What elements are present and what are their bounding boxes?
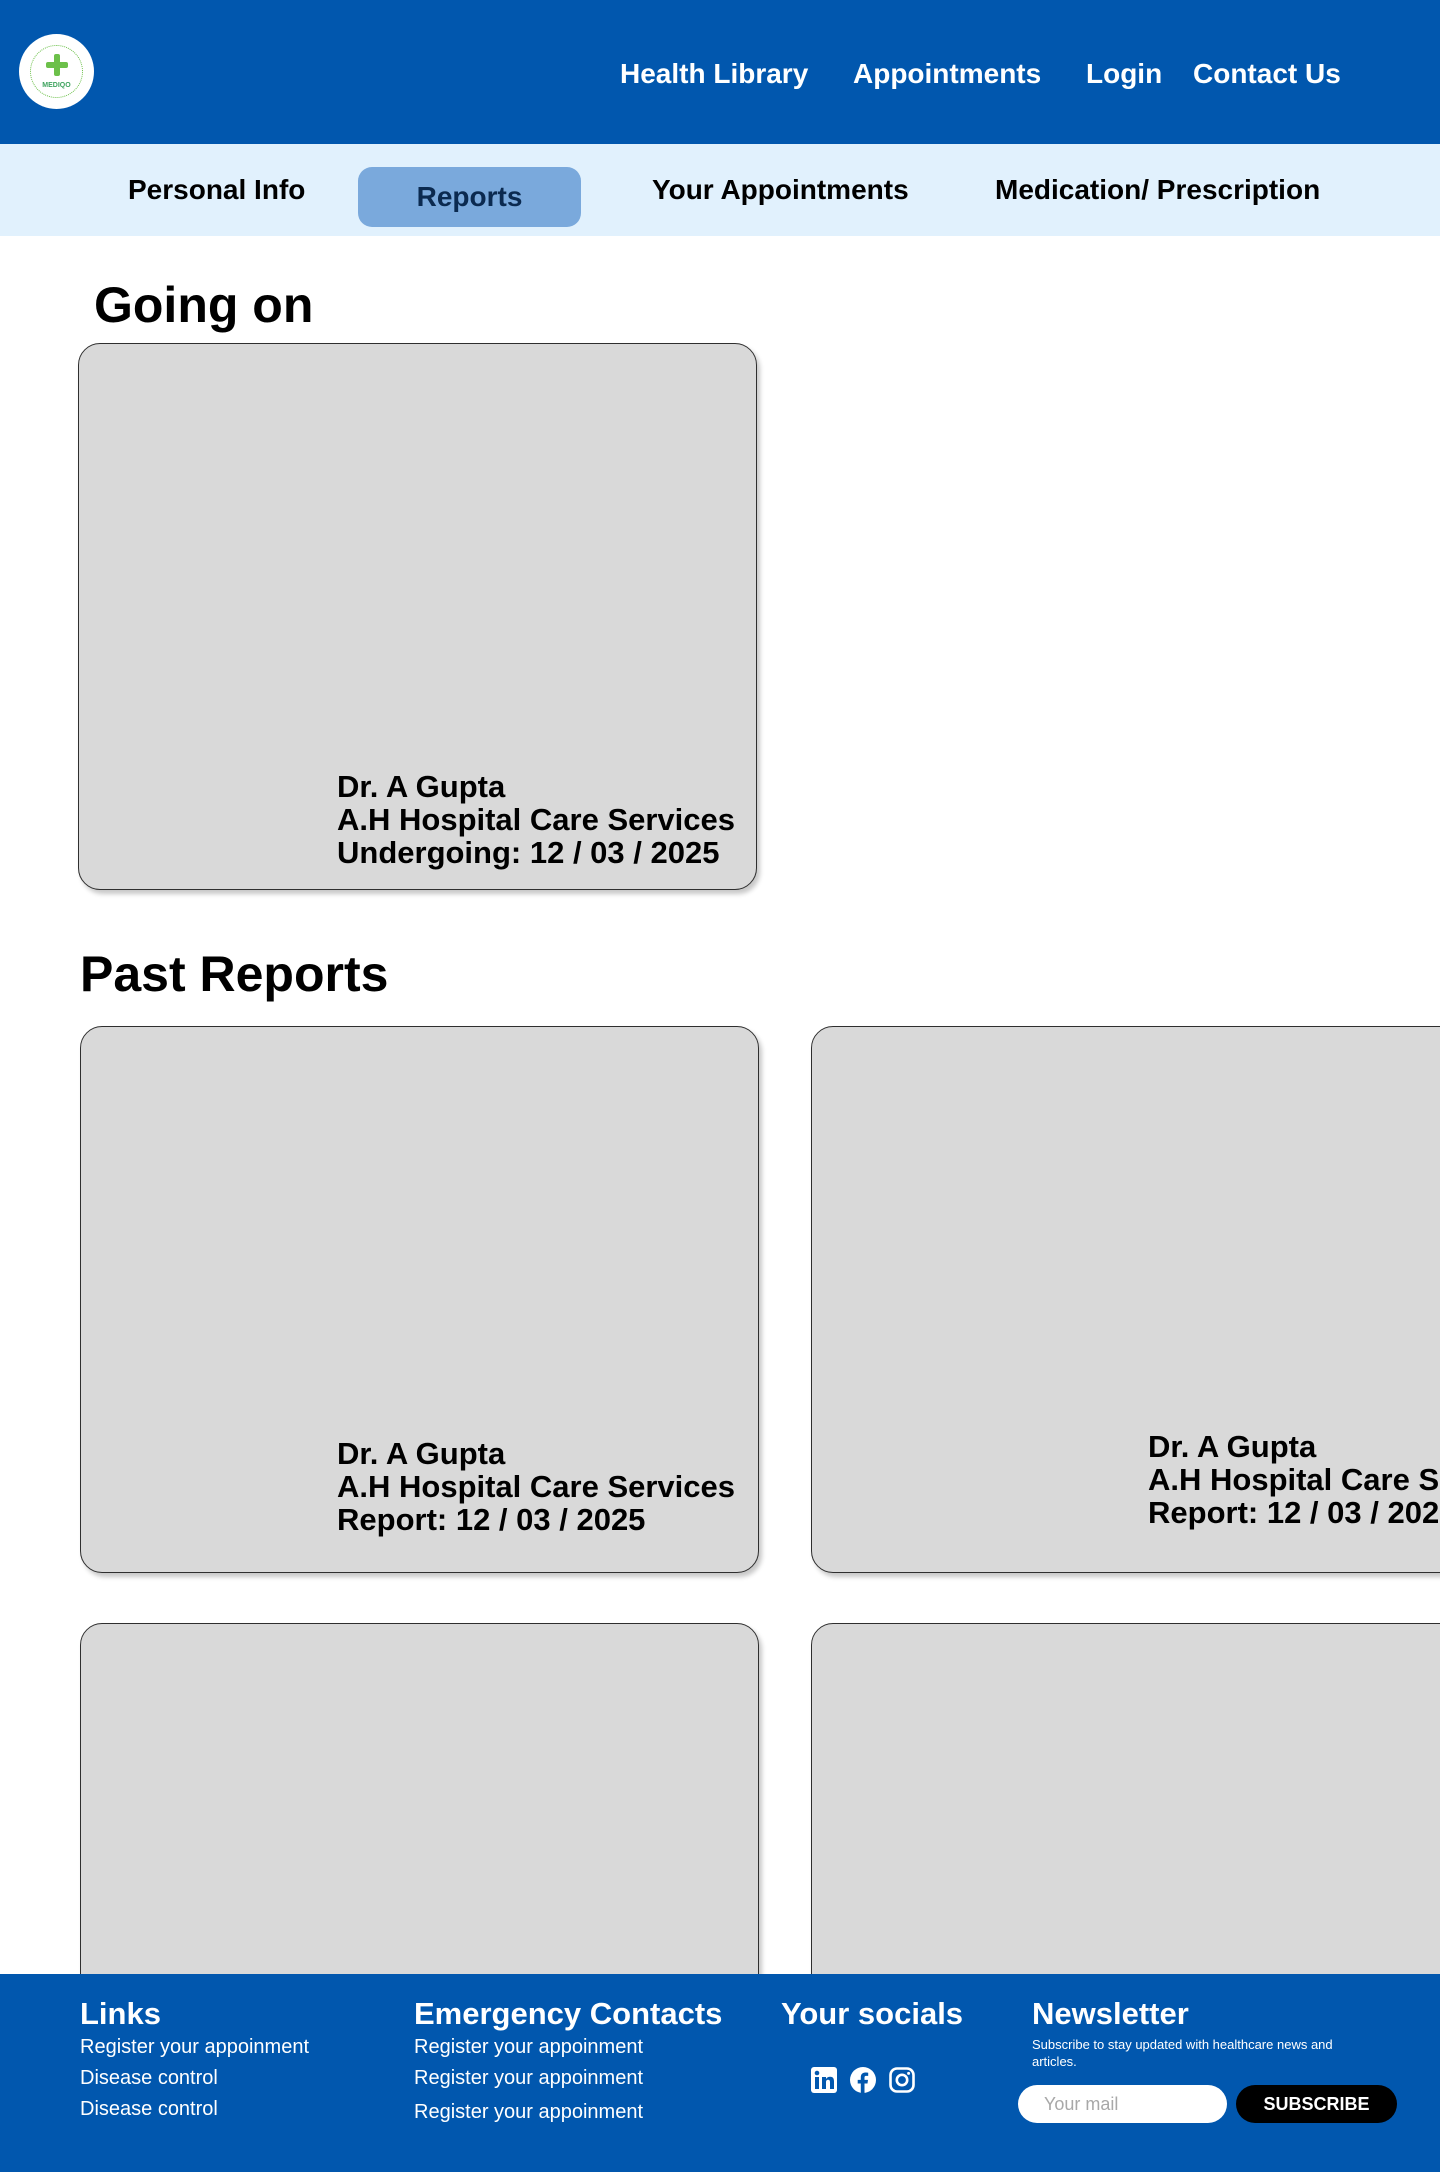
report-status: Undergoing: 12 / 03 / 2025 xyxy=(337,835,720,870)
newsletter-email-input[interactable] xyxy=(1018,2085,1227,2123)
subscribe-button[interactable]: SUBSCRIBE xyxy=(1236,2085,1397,2123)
nav-contact-us[interactable]: Contact Us xyxy=(1193,58,1341,90)
nav-health-library[interactable]: Health Library xyxy=(620,58,808,90)
report-status: Report: 12 / 03 / 2025 xyxy=(337,1502,646,1537)
report-card[interactable]: Dr. A Gupta A.H Hospital Care Services R… xyxy=(811,1026,1440,1573)
report-card-details: Dr. A Gupta A.H Hospital Care Services R… xyxy=(1148,1430,1440,1529)
instagram-icon[interactable] xyxy=(888,2066,916,2094)
report-doctor: Dr. A Gupta xyxy=(337,1436,506,1471)
tab-reports[interactable]: Reports xyxy=(358,167,581,227)
report-status: Report: 12 / 03 / 2025 xyxy=(1148,1495,1440,1530)
footer-emergency-title: Emergency Contacts xyxy=(414,1996,723,2031)
footer-socials-title: Your socials xyxy=(781,1996,964,2031)
report-doctor: Dr. A Gupta xyxy=(337,769,506,804)
logo-text: MEDIQO xyxy=(42,82,71,89)
report-card[interactable]: Dr. A Gupta A.H Hospital Care Services R… xyxy=(80,1026,759,1573)
linkedin-icon[interactable] xyxy=(810,2066,838,2094)
tab-personal-info[interactable]: Personal Info xyxy=(128,144,305,236)
report-card-details: Dr. A Gupta A.H Hospital Care Services U… xyxy=(337,770,735,869)
report-hospital: A.H Hospital Care Services xyxy=(337,1469,736,1504)
footer-emergency-link[interactable]: Register your appoinment xyxy=(414,2101,643,2124)
footer-link[interactable]: Disease control xyxy=(80,2098,218,2121)
profile-tabs: Personal Info Reports Your Appointments … xyxy=(0,144,1440,236)
going-on-title: Going on xyxy=(94,277,314,333)
report-hospital: A.H Hospital Care Services xyxy=(1148,1462,1440,1497)
medical-cross-icon xyxy=(46,54,68,76)
footer-links-title: Links xyxy=(80,1996,161,2031)
report-card-ongoing[interactable]: Dr. A Gupta A.H Hospital Care Services U… xyxy=(78,343,757,890)
logo[interactable]: MEDIQO xyxy=(19,34,94,109)
site-footer: Links Register your appoinment Disease c… xyxy=(0,1974,1440,2172)
report-doctor: Dr. A Gupta xyxy=(1148,1429,1317,1464)
tab-your-appointments[interactable]: Your Appointments xyxy=(652,144,909,236)
footer-link[interactable]: Disease control xyxy=(80,2067,218,2090)
footer-emergency-link[interactable]: Register your appoinment xyxy=(414,2067,643,2090)
nav-appointments[interactable]: Appointments xyxy=(853,58,1041,90)
newsletter-description: Subscribe to stay updated with healthcar… xyxy=(1032,2037,1333,2069)
nav-login[interactable]: Login xyxy=(1086,58,1162,90)
footer-link[interactable]: Register your appoinment xyxy=(80,2036,309,2059)
report-card-details: Dr. A Gupta A.H Hospital Care Services R… xyxy=(337,1437,735,1536)
report-hospital: A.H Hospital Care Services xyxy=(337,802,736,837)
site-header: MEDIQO Health Library Appointments Login… xyxy=(0,0,1440,144)
tab-medication-prescription[interactable]: Medication/ Prescription xyxy=(995,144,1320,236)
footer-emergency-link[interactable]: Register your appoinment xyxy=(414,2036,643,2059)
past-reports-title: Past Reports xyxy=(80,946,389,1002)
facebook-icon[interactable] xyxy=(849,2066,877,2094)
footer-newsletter-title: Newsletter xyxy=(1032,1996,1189,2031)
